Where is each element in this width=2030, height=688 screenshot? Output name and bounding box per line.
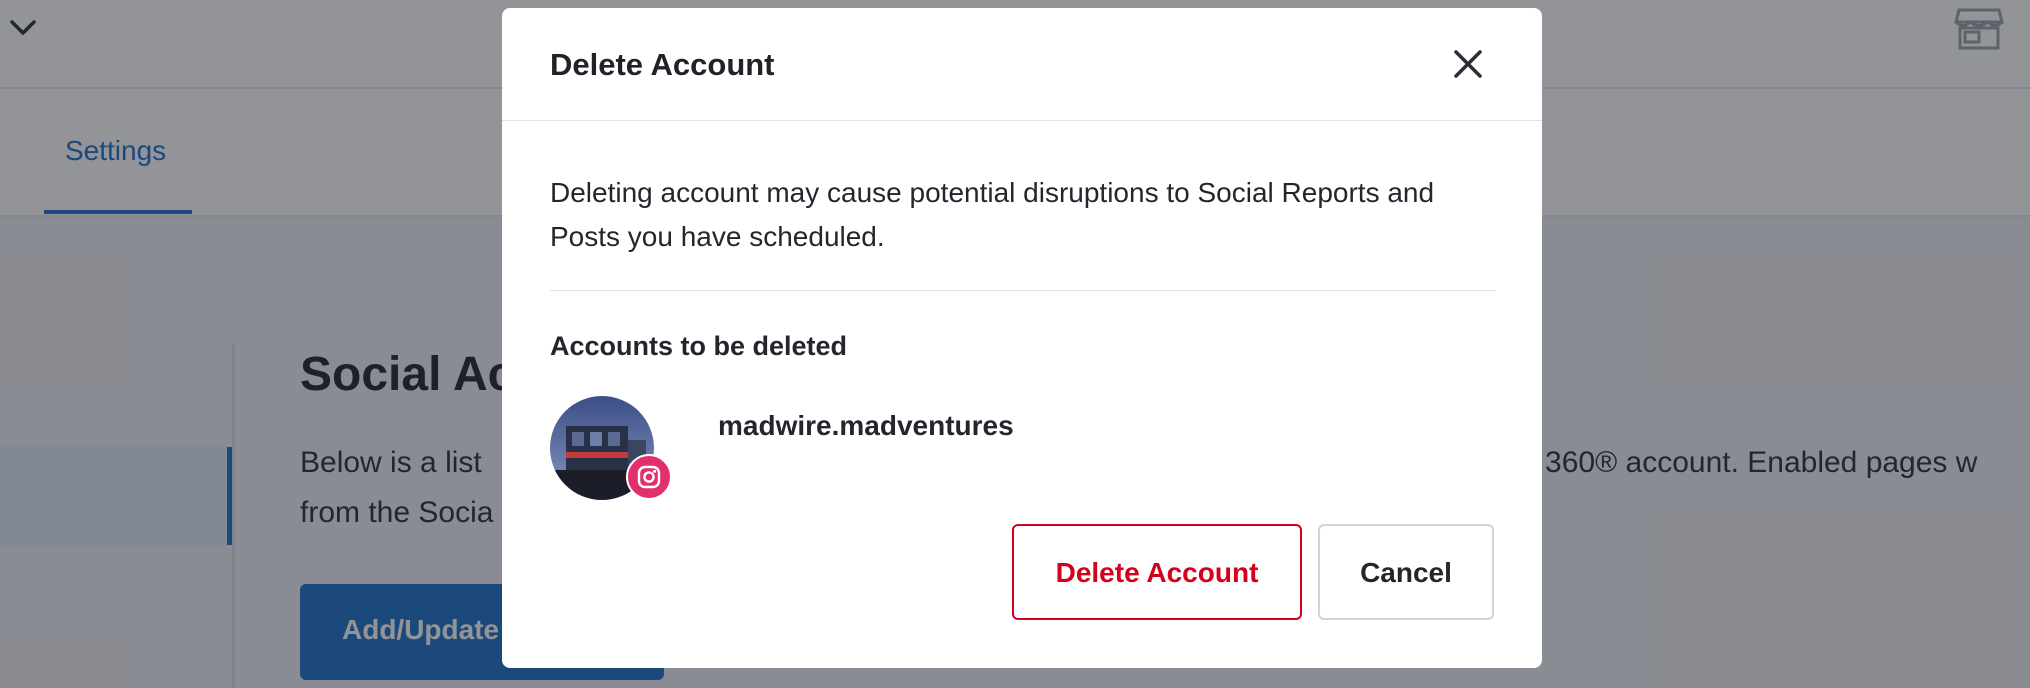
accounts-to-delete-label: Accounts to be deleted <box>550 331 848 361</box>
dialog-divider <box>550 290 1496 291</box>
account-name: madwire.madventures <box>718 410 1014 441</box>
delete-account-button[interactable]: Delete Account <box>1012 524 1302 620</box>
instagram-icon <box>626 454 672 500</box>
close-button[interactable] <box>1448 44 1488 84</box>
cancel-button[interactable]: Cancel <box>1318 524 1494 620</box>
dialog-message: Deleting account may cause potential dis… <box>550 177 1435 252</box>
app-page: ts Settings Social Ac Below is a list fr… <box>0 0 2030 688</box>
dialog-header: Delete Account <box>502 8 1542 121</box>
dialog-title: Delete Account <box>550 47 775 82</box>
close-icon <box>1454 50 1482 78</box>
delete-account-dialog: Delete Account Deleting account may caus… <box>502 8 1542 668</box>
